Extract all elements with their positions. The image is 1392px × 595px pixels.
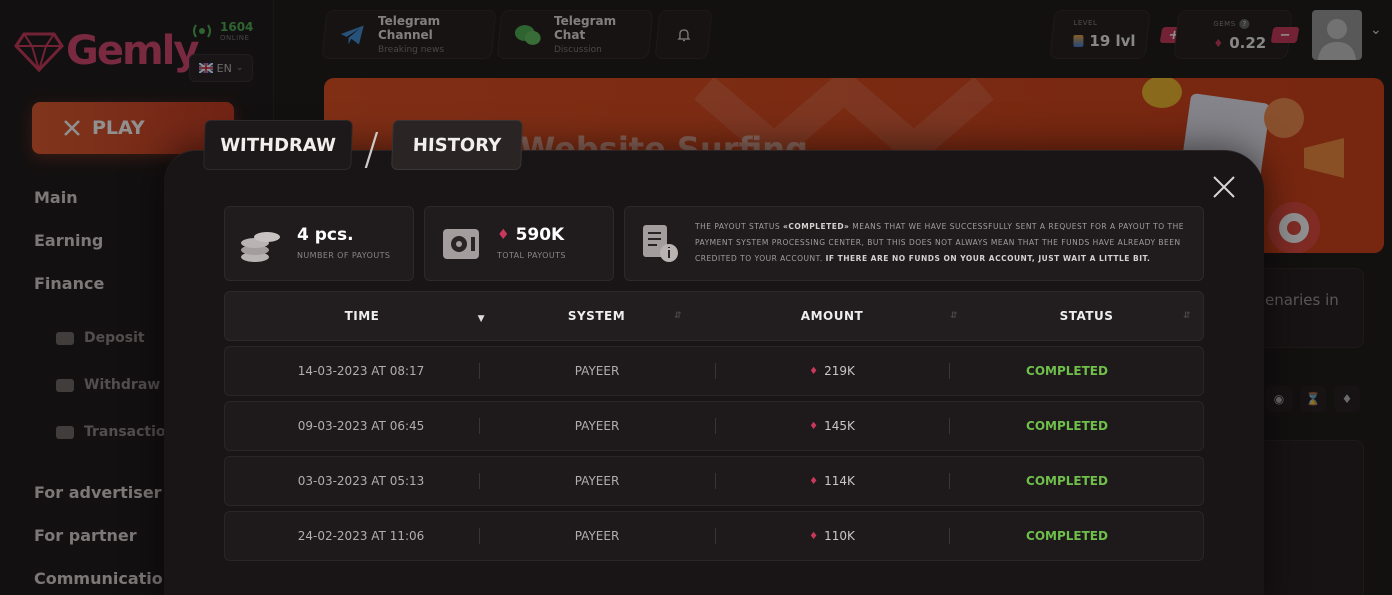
table-row: 14-03-2023 AT 08:17 PAYEER ♦ 219K COMPLE… (224, 346, 1204, 396)
coins-stack-icon (241, 232, 280, 262)
amount-value: 110K (824, 529, 855, 543)
cell-status: COMPLETED (1026, 364, 1108, 378)
cell-time: 09-03-2023 AT 06:45 (297, 419, 425, 433)
sort-icon: ⇵ (1182, 311, 1191, 321)
document-info-icon (643, 225, 678, 262)
column-header-label: SYSTEM (567, 309, 626, 323)
cell-system: PAYEER (574, 364, 620, 378)
sort-desc-icon: ▼ (477, 314, 485, 324)
cell-time: 14-03-2023 AT 08:17 (297, 364, 425, 378)
payouts-count-card: 4 pcs. NUMBER OF PAYOUTS (224, 206, 414, 281)
tab-history[interactable]: HISTORY (391, 120, 523, 170)
safe-icon (443, 229, 479, 259)
cell-amount: ♦ 110K (715, 512, 949, 560)
cell-amount: ♦ 145K (715, 402, 949, 450)
cell-status: COMPLETED (1026, 529, 1108, 543)
table-row: 24-02-2023 AT 11:06 PAYEER ♦ 110K COMPLE… (224, 511, 1204, 561)
column-header-label: STATUS (1059, 309, 1114, 323)
notice-bold: If there are no funds on your account, j… (825, 254, 1151, 263)
column-header-amount[interactable]: AMOUNT ⇵ (694, 292, 970, 340)
cell-time: 24-02-2023 AT 11:06 (297, 529, 425, 543)
payouts-count-label: NUMBER OF PAYOUTS (297, 251, 391, 260)
payouts-total-label: TOTAL PAYOUTS (497, 251, 566, 260)
cell-status: COMPLETED (1026, 474, 1108, 488)
gem-icon: ♦ (809, 475, 819, 487)
cell-amount: ♦ 114K (715, 457, 949, 505)
gem-icon: ♦ (809, 365, 819, 377)
payout-notice-text: The payout status «completed» means that… (695, 219, 1190, 267)
notice-highlight: «completed» (783, 222, 850, 231)
column-header-label: AMOUNT (800, 309, 864, 323)
sort-icon: ⇵ (673, 311, 682, 321)
payouts-total-card: ♦ 590K TOTAL PAYOUTS (424, 206, 614, 281)
amount-value: 114K (824, 474, 855, 488)
table-row: 03-03-2023 AT 05:13 PAYEER ♦ 114K COMPLE… (224, 456, 1204, 506)
payouts-count-value: 4 pcs. (297, 225, 354, 245)
cell-amount: ♦ 219K (715, 347, 949, 395)
gem-icon: ♦ (497, 227, 510, 243)
gem-icon: ♦ (809, 530, 819, 542)
tab-withdraw[interactable]: WITHDRAW (203, 120, 353, 170)
cell-status: COMPLETED (1026, 419, 1108, 433)
cell-time: 03-03-2023 AT 05:13 (297, 474, 425, 488)
amount-value: 145K (824, 419, 855, 433)
cell-system: PAYEER (574, 474, 620, 488)
column-header-status[interactable]: STATUS ⇵ (970, 292, 1203, 340)
payout-notice-card: The payout status «completed» means that… (624, 206, 1204, 281)
column-header-label: TIME (344, 309, 380, 323)
history-table-header: TIME ▼ SYSTEM ⇵ AMOUNT ⇵ STATUS ⇵ (224, 291, 1204, 341)
notice-text-1: The payout status (695, 222, 783, 231)
amount-value: 219K (824, 364, 855, 378)
close-icon[interactable] (1210, 173, 1238, 201)
cell-system: PAYEER (574, 419, 620, 433)
tab-divider: / (364, 124, 379, 175)
column-header-system[interactable]: SYSTEM ⇵ (499, 292, 694, 340)
page: Gemly 1604 ONLINE EN ⌄ PLAY Main Earning… (0, 0, 1392, 595)
column-header-time[interactable]: TIME ▼ (225, 292, 499, 340)
payouts-total-value: 590K (515, 225, 565, 245)
gem-icon: ♦ (809, 420, 819, 432)
cell-system: PAYEER (574, 529, 620, 543)
sort-icon: ⇵ (949, 311, 958, 321)
table-row: 09-03-2023 AT 06:45 PAYEER ♦ 145K COMPLE… (224, 401, 1204, 451)
